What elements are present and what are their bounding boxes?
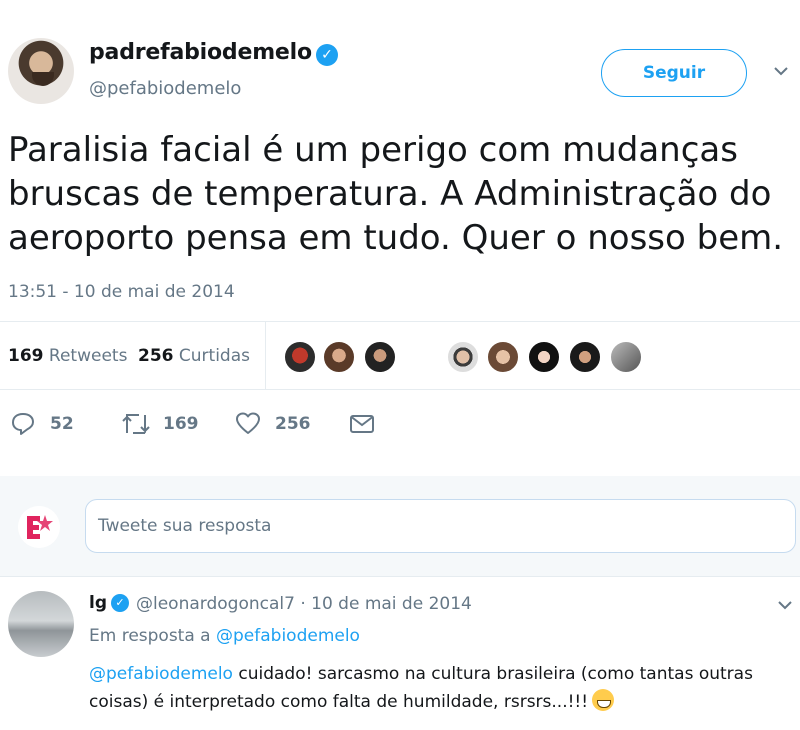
grinning-emoji-icon <box>592 689 615 711</box>
retweet-icon <box>122 414 150 434</box>
liker-avatar[interactable] <box>322 340 356 374</box>
liker-avatar[interactable] <box>609 340 643 374</box>
divider <box>0 576 800 577</box>
stats-separator <box>265 322 266 390</box>
reply-author-avatar[interactable] <box>8 591 74 657</box>
retweets-label: Retweets <box>48 346 128 366</box>
like-count: 256 <box>275 414 311 434</box>
in-reply-prefix: Em resposta a <box>89 626 216 646</box>
chevron-down-icon[interactable] <box>774 64 788 78</box>
likes-label: Curtidas <box>178 346 250 366</box>
author-name[interactable]: padrefabiodemelo <box>89 40 312 65</box>
tweet-stats: 169 Retweets 256 Curtidas <box>0 322 800 390</box>
tweet-actions: 52 169 256 <box>0 405 800 445</box>
verified-badge-icon: ✓ <box>111 594 129 612</box>
reply-placeholder[interactable]: Tweete sua resposta <box>98 516 271 536</box>
liker-avatar[interactable] <box>363 340 397 374</box>
tweet-header: padrefabiodemelo ✓ @pefabiodemelo Seguir <box>0 0 800 120</box>
author-handle[interactable]: @pefabiodemelo <box>89 78 241 99</box>
direct-message-action[interactable] <box>349 411 375 437</box>
user-avatar-icon <box>18 506 60 548</box>
reply-action[interactable]: 52 <box>10 411 80 437</box>
liker-avatar[interactable] <box>527 340 561 374</box>
retweets-stat[interactable]: 169 Retweets <box>8 346 127 366</box>
liker-avatar[interactable] <box>486 340 520 374</box>
likes-stat[interactable]: 256 Curtidas <box>138 346 250 366</box>
likes-count: 256 <box>138 346 174 366</box>
retweets-count: 169 <box>8 346 44 366</box>
reply-author-name[interactable]: lg <box>89 593 107 613</box>
liker-avatar[interactable] <box>568 340 602 374</box>
mention-link[interactable]: @pefabiodemelo <box>89 664 233 684</box>
author-avatar[interactable] <box>8 38 74 104</box>
retweet-count: 169 <box>163 414 199 434</box>
liker-avatar[interactable] <box>446 340 480 374</box>
liker-avatar[interactable] <box>283 340 317 374</box>
reply-count: 52 <box>50 414 74 434</box>
divider <box>0 389 800 390</box>
heart-icon <box>236 412 260 434</box>
reply-icon <box>12 413 34 435</box>
message-icon <box>350 415 374 433</box>
retweet-action[interactable]: 169 <box>121 411 201 437</box>
tweet-timestamp[interactable]: 13:51 - 10 de mai de 2014 <box>8 282 235 302</box>
chevron-down-icon[interactable] <box>778 598 792 612</box>
follow-button[interactable]: Seguir <box>601 49 747 97</box>
like-action[interactable]: 256 <box>235 411 315 437</box>
in-reply-to: Em resposta a @pefabiodemelo <box>89 626 360 646</box>
tweet-text: Paralisia facial é um perigo com mudança… <box>8 130 784 258</box>
in-reply-handle-link[interactable]: @pefabiodemelo <box>216 626 360 646</box>
reply-author-handle[interactable]: @leonardogoncal7 · 10 de mai de 2014 <box>136 594 472 614</box>
reply-text: @pefabiodemelo cuidado! sarcasmo na cult… <box>89 660 789 716</box>
verified-badge-icon: ✓ <box>316 44 338 66</box>
